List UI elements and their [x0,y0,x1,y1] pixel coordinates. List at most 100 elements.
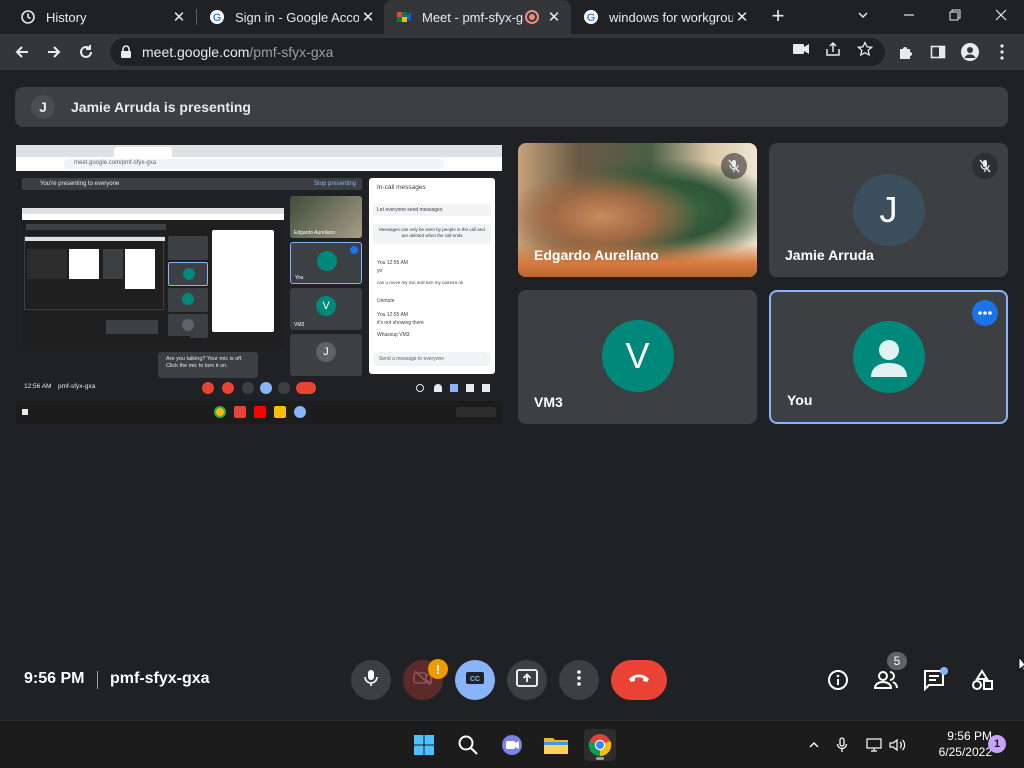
more-options-button[interactable] [559,660,599,700]
captions-icon: CC [465,671,485,690]
hang-up-icon [627,671,651,689]
shared-footer-time: 12:56 AM [24,383,52,390]
captions-button[interactable]: CC [455,660,495,700]
present-screen-icon [516,668,538,692]
profile-icon[interactable] [960,42,980,62]
close-window-icon[interactable] [978,0,1024,30]
microphone-icon [363,669,379,692]
shared-tabstrip [16,145,502,157]
google-icon: G [209,9,225,25]
restore-icon[interactable] [932,0,978,30]
mic-muted-icon [721,153,747,179]
participant-name: Edgardo Aurellano [534,247,659,263]
close-icon[interactable]: ✕ [359,8,377,26]
system-clock[interactable]: 9:56 PM 6/25/2022 [918,728,992,760]
forward-icon[interactable] [40,38,68,66]
mouse-cursor-icon [1018,655,1024,677]
svg-text:G: G [587,12,596,24]
tab-meet[interactable]: Meet - pmf-sfyx-g ✕ [384,0,571,34]
shared-stop-presenting: Stop presenting [313,181,356,187]
browser-toolbar: meet.google.com/pmf-sfyx-gxa [0,34,1024,70]
people-icon[interactable] [872,666,900,694]
close-icon[interactable]: ✕ [545,8,563,26]
shared-tile-label: Edgardo Aurellano [294,230,336,236]
back-icon[interactable] [8,38,36,66]
system-time: 9:56 PM [947,729,992,743]
shared-more [278,382,290,394]
camera-in-use-icon[interactable] [792,40,810,58]
file-explorer-icon[interactable] [540,729,572,761]
shared-taskbar [16,401,502,424]
shared-tile-jamie: J [290,334,362,376]
shared-leave [296,382,316,394]
shared-presenting-bar: You're presenting to everyone Stop prese… [22,178,362,190]
shared-presenting-text: You're presenting to everyone [40,181,120,187]
recursive-screen [22,208,284,348]
share-icon[interactable] [824,40,842,58]
shared-people [434,384,442,392]
tab-sign-in[interactable]: G Sign in - Google Accou ✕ [197,0,385,34]
windows-taskbar [0,720,1024,768]
history-icon [20,9,36,25]
shared-screen[interactable]: meet.google.com/pmf-sfyx-gxa You're pres… [16,145,502,424]
shared-activities [466,384,474,392]
teams-chat-icon[interactable] [496,729,528,761]
meeting-details-icon[interactable] [824,666,852,694]
close-icon[interactable]: ✕ [170,8,188,26]
people-count-badge: 5 [887,652,907,670]
notification-badge[interactable]: 1 [988,735,1006,753]
chrome-icon[interactable] [584,729,616,761]
close-icon[interactable]: ✕ [733,8,751,26]
participant-name: Jamie Arruda [785,247,874,263]
address-bar[interactable]: meet.google.com/pmf-sfyx-gxa [110,38,885,66]
lock-icon[interactable] [120,45,132,59]
shared-chat-msg: You 12:55 AM [377,312,408,318]
bookmark-star-icon[interactable] [856,40,874,58]
network-icon[interactable] [864,735,884,755]
shared-toolbar: meet.google.com/pmf-sfyx-gxa [16,157,502,171]
side-panel-icon[interactable] [928,42,948,62]
menu-kebab-icon[interactable] [992,42,1012,62]
shared-chat-msg: it's not showing there [377,320,424,326]
system-date: 6/25/2022 [938,745,992,759]
meeting-code: pmf-sfyx-gxa [110,670,210,687]
microphone-button[interactable] [351,660,391,700]
meet-icon [396,9,412,25]
minimize-icon[interactable] [886,0,932,30]
tab-title: Meet - pmf-sfyx-g [422,9,524,25]
svg-text:CC: CC [470,676,480,683]
shared-tile-label: You [295,275,304,281]
participant-tile-jamie[interactable]: J Jamie Arruda [769,143,1008,277]
participant-tile-you[interactable]: You [769,290,1008,424]
present-now-button[interactable] [507,660,547,700]
shared-tile-you: You [290,242,362,284]
volume-icon[interactable] [888,735,908,755]
presenting-banner: J Jamie Arruda is presenting [15,87,1008,127]
tab-search-chevron-icon[interactable] [840,0,886,30]
shared-chat-msg: yo [377,268,383,274]
shared-chat-title: In-call messages [377,184,426,191]
reload-icon[interactable] [72,38,100,66]
mic-muted-icon [972,153,998,179]
shared-tile-label: VM3 [294,322,305,328]
participant-avatar: J [852,174,925,246]
participant-tile-vm3[interactable]: V VM3 [518,290,757,424]
show-hidden-icons-chevron-icon[interactable] [804,735,824,755]
shared-mic-off [202,382,214,394]
leave-call-button[interactable] [611,660,667,700]
tab-windows-search[interactable]: G windows for workgrou ✕ [571,0,759,34]
new-tab-button[interactable]: + [766,5,790,29]
participant-name: VM3 [534,394,563,410]
search-icon[interactable] [452,729,484,761]
windows-start-icon[interactable] [408,729,440,761]
microphone-in-use-icon[interactable] [832,735,852,755]
tab-history[interactable]: History ✕ [8,0,196,34]
participant-tile-edgardo[interactable]: Edgardo Aurellano [518,143,757,277]
shared-chat-msg: can u move my mic and turn my camera on [377,280,464,285]
shared-tooltip-text: Are you talking? Your mic is off. Click … [166,356,243,369]
extensions-puzzle-icon[interactable] [896,42,916,62]
more-options-icon[interactable] [972,300,998,326]
url-path: /pmf-sfyx-gxa [249,44,334,60]
activities-icon[interactable] [968,666,996,694]
tab-strip: History ✕ G Sign in - Google Accou ✕ Mee… [0,0,1024,34]
